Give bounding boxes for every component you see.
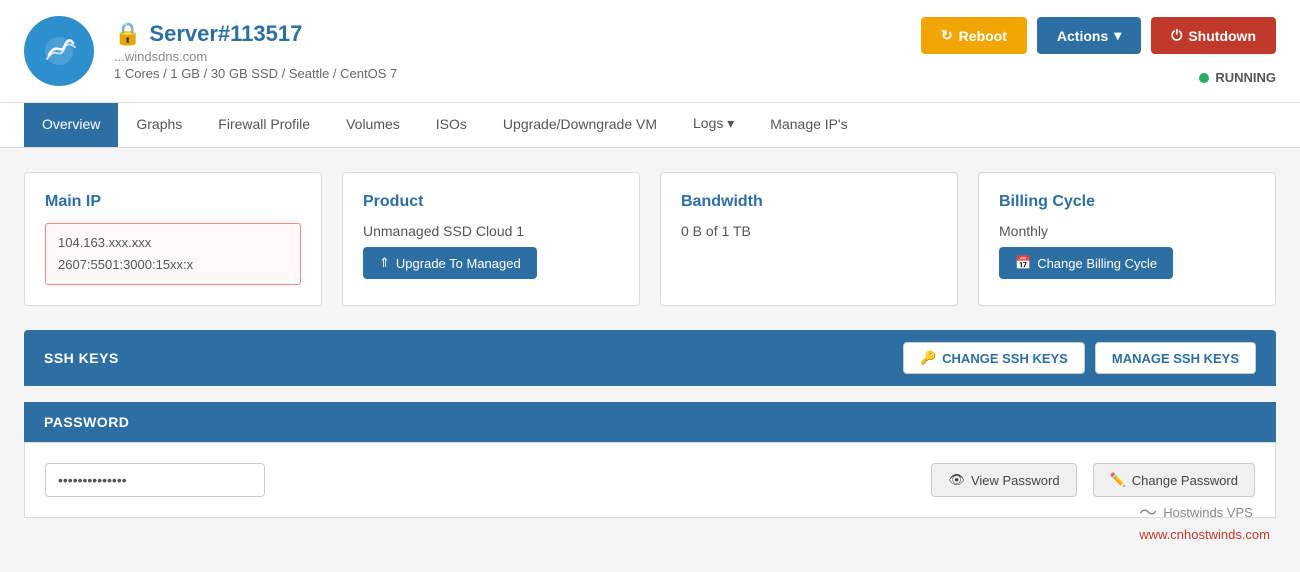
power-icon: ⏻ [1171,27,1182,44]
tab-isos[interactable]: ISOs [418,103,485,147]
password-field[interactable] [45,463,265,497]
tab-graphs[interactable]: Graphs [118,103,200,147]
header-actions: ↻ Reboot Actions ▾ ⏻ Shutdown RUNNING [921,17,1276,85]
status-dot [1199,73,1209,83]
page-header: 🔒 Server#113517 ...windsdns.com 1 Cores … [0,0,1300,103]
billing-cycle-card: Billing Cycle Monthly 📅 Change Billing C… [978,172,1276,306]
change-billing-cycle-button[interactable]: 📅 Change Billing Cycle [999,247,1173,279]
eye-icon: 👁 [948,472,965,488]
main-ip-card: Main IP 104.163.xxx.xxx 2607:5501:3000:1… [24,172,322,306]
info-cards: Main IP 104.163.xxx.xxx 2607:5501:3000:1… [24,172,1276,306]
ssh-keys-bar: SSH KEYS 🔑 CHANGE SSH KEYS MANAGE SSH KE… [24,330,1276,386]
server-info: 🔒 Server#113517 ...windsdns.com 1 Cores … [114,21,921,81]
password-title: PASSWORD [44,414,129,430]
manage-ssh-keys-button[interactable]: MANAGE SSH KEYS [1095,342,1256,374]
product-card: Product Unmanaged SSD Cloud 1 ⇑ Upgrade … [342,172,640,306]
product-title: Product [363,193,619,211]
ssh-keys-section: SSH KEYS 🔑 CHANGE SSH KEYS MANAGE SSH KE… [24,330,1276,386]
upgrade-icon: ⇑ [379,255,390,271]
password-section: PASSWORD 👁 View Password ✏️ Change Passw… [24,402,1276,518]
key-icon: 🔑 [920,350,936,366]
main-content: Main IP 104.163.xxx.xxx 2607:5501:3000:1… [0,148,1300,542]
tab-firewall-profile[interactable]: Firewall Profile [200,103,328,147]
actions-button[interactable]: Actions ▾ [1037,17,1141,54]
ip-box: 104.163.xxx.xxx 2607:5501:3000:15xx:x [45,223,301,285]
change-password-button[interactable]: ✏️ Change Password [1093,463,1255,497]
change-ssh-keys-button[interactable]: 🔑 CHANGE SSH KEYS [903,342,1085,374]
upgrade-to-managed-button[interactable]: ⇑ Upgrade To Managed [363,247,537,279]
calendar-icon: 📅 [1015,255,1031,271]
server-title: 🔒 Server#113517 [114,21,921,47]
tab-upgrade-downgrade[interactable]: Upgrade/Downgrade VM [485,103,675,147]
ipv4-address: 104.163.xxx.xxx [58,232,288,254]
billing-title: Billing Cycle [999,193,1255,211]
ssh-keys-title: SSH KEYS [44,350,119,366]
shutdown-button[interactable]: ⏻ Shutdown [1151,17,1276,54]
chevron-down-icon: ▾ [1114,27,1121,44]
view-password-button[interactable]: 👁 View Password [931,463,1076,497]
nav-tabs: Overview Graphs Firewall Profile Volumes… [0,103,1300,148]
server-status: RUNNING [1199,70,1276,85]
server-specs: 1 Cores / 1 GB / 30 GB SSD / Seattle / C… [114,66,921,81]
bandwidth-usage: 0 B of 1 TB [681,223,937,239]
password-content: 👁 View Password ✏️ Change Password [24,442,1276,518]
main-ip-title: Main IP [45,193,301,211]
tab-manage-ips[interactable]: Manage IP's [752,103,865,147]
bandwidth-title: Bandwidth [681,193,937,211]
bandwidth-card: Bandwidth 0 B of 1 TB [660,172,958,306]
lock-icon: 🔒 [114,21,141,47]
password-bar: PASSWORD [24,402,1276,442]
tab-logs[interactable]: Logs ▾ [675,103,752,147]
logo [24,16,94,86]
server-subtitle: ...windsdns.com [114,49,921,64]
tab-volumes[interactable]: Volumes [328,103,418,147]
product-name: Unmanaged SSD Cloud 1 [363,223,619,239]
reboot-button[interactable]: ↻ Reboot [921,17,1027,54]
ipv6-address: 2607:5501:3000:15xx:x [58,254,288,276]
tab-overview[interactable]: Overview [24,103,118,147]
pencil-icon: ✏️ [1110,472,1126,488]
billing-cycle-value: Monthly [999,223,1255,239]
reboot-icon: ↻ [941,27,953,44]
